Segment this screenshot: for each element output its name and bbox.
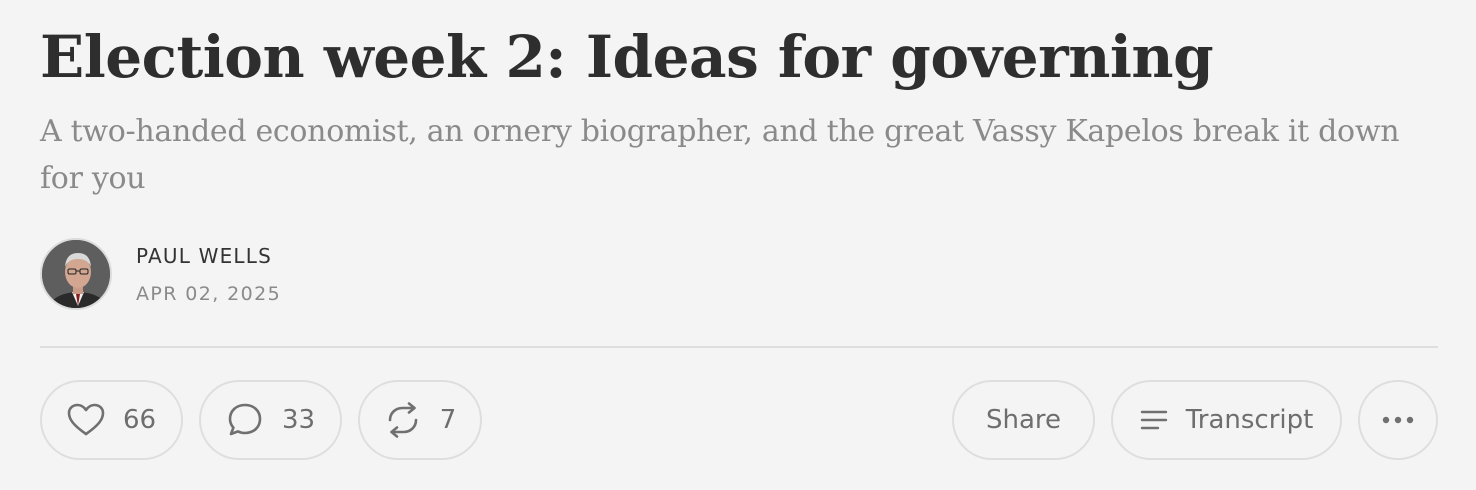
comment-bubble-icon [226, 401, 264, 439]
author-avatar[interactable] [40, 238, 112, 310]
transcript-button[interactable]: Transcript [1111, 380, 1342, 460]
post-subtitle: A two-handed economist, an ornery biogra… [40, 114, 1400, 196]
restack-arrows-icon [384, 401, 422, 439]
share-label: Share [985, 405, 1062, 435]
comment-count: 33 [281, 405, 316, 435]
heart-icon [67, 403, 105, 437]
more-options-button[interactable] [1358, 380, 1438, 460]
like-button[interactable]: 66 [40, 380, 183, 460]
post-actions-bar: 66 33 7 Share Transcript [40, 380, 1438, 460]
lines-icon [1140, 409, 1168, 431]
restack-count: 7 [439, 405, 457, 435]
author-name[interactable]: PAUL WELLS [136, 242, 281, 270]
post-header: Election week 2: Ideas for governing A t… [0, 0, 1476, 490]
comment-button[interactable]: 33 [199, 380, 342, 460]
restack-button[interactable]: 7 [358, 380, 482, 460]
share-button[interactable]: Share [952, 380, 1095, 460]
divider [40, 346, 1438, 348]
byline-text: PAUL WELLS APR 02, 2025 [136, 242, 281, 306]
like-count: 66 [122, 405, 157, 435]
transcript-label: Transcript [1185, 405, 1314, 435]
author-avatar-image [42, 240, 110, 308]
byline: PAUL WELLS APR 02, 2025 [40, 238, 281, 310]
ellipsis-icon [1382, 416, 1414, 424]
post-title: Election week 2: Ideas for governing [40, 23, 1214, 91]
post-date: APR 02, 2025 [136, 283, 282, 305]
